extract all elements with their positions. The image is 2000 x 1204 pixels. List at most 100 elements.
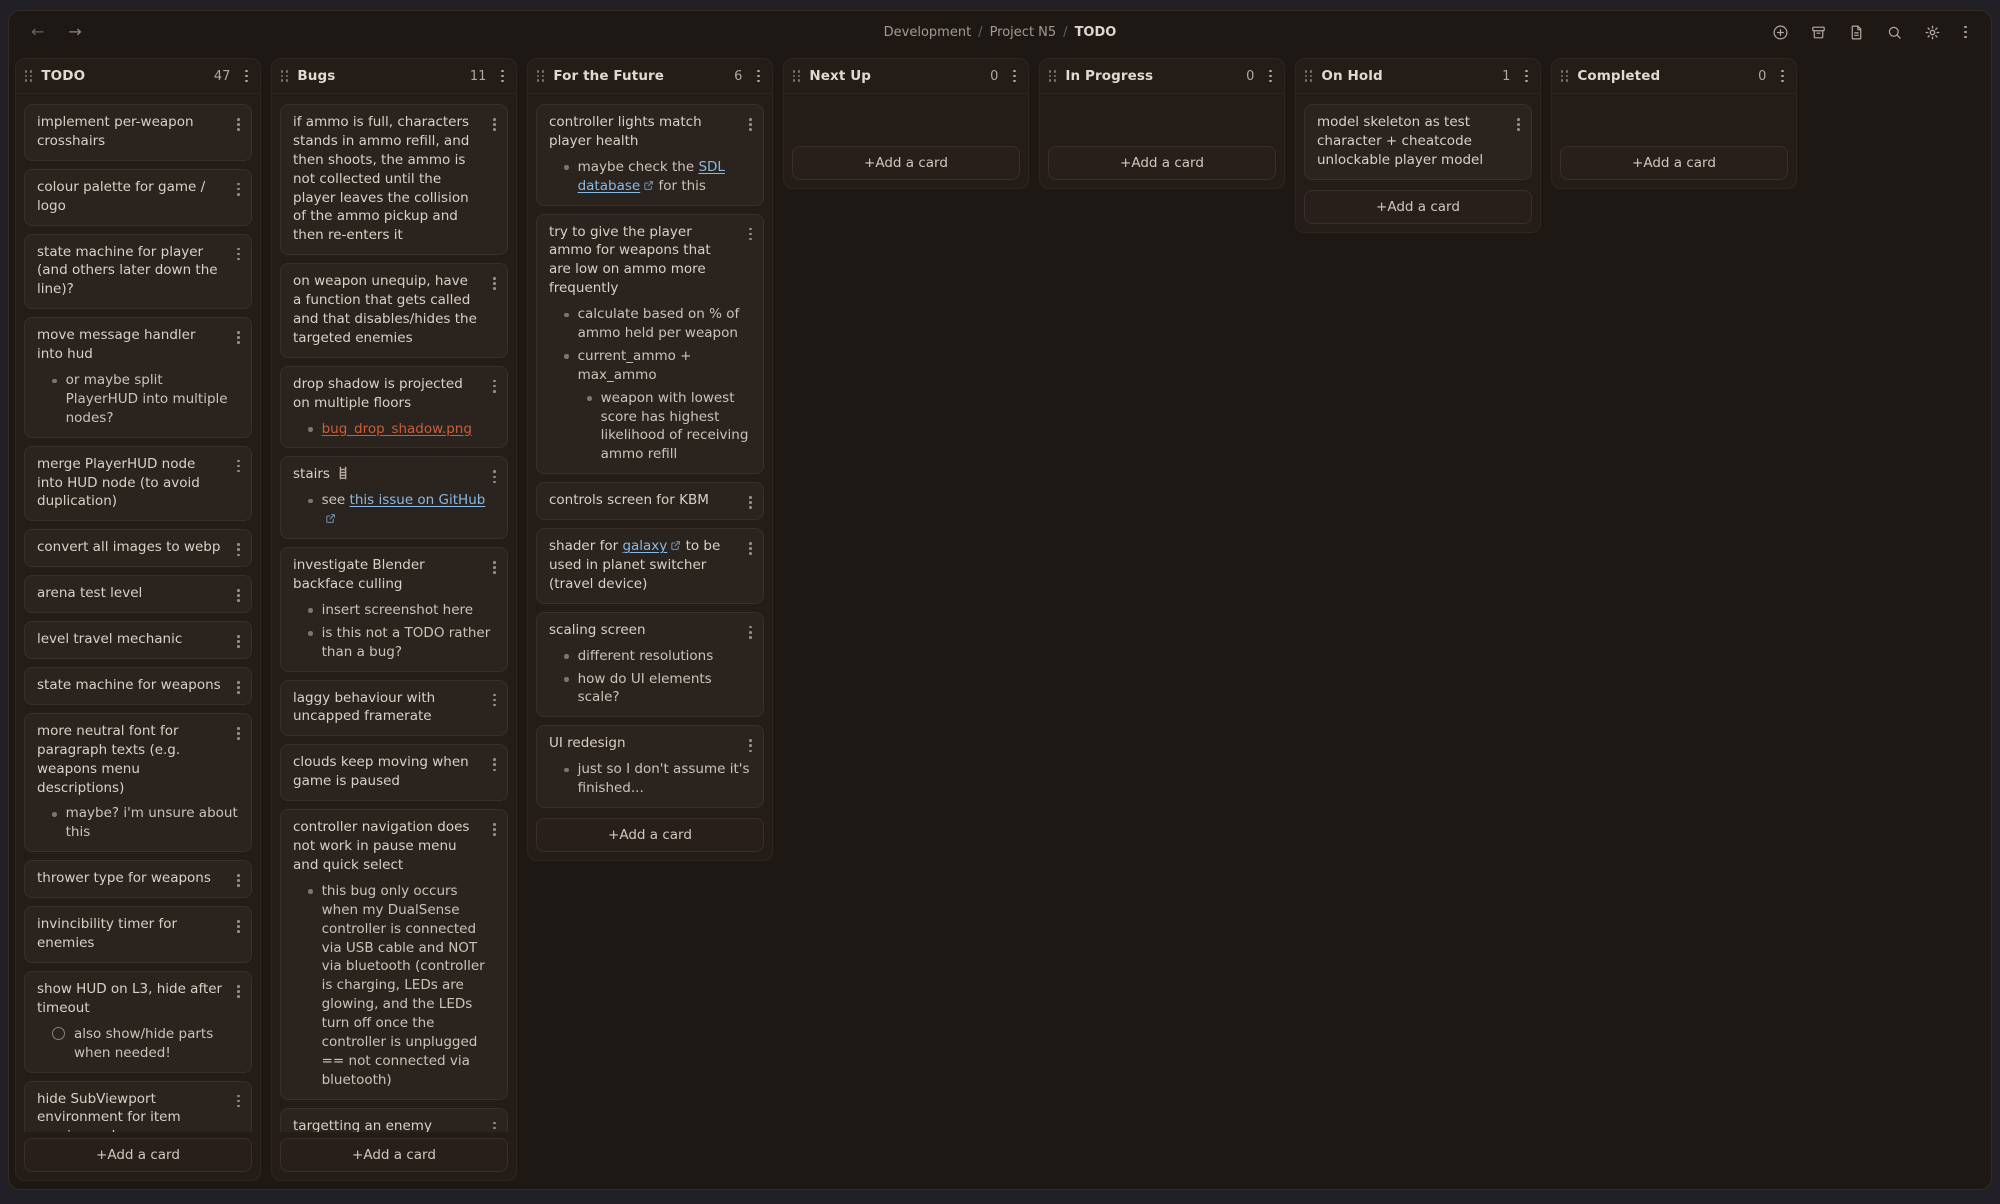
card-menu-icon[interactable] xyxy=(235,246,242,263)
card-menu-icon[interactable] xyxy=(235,872,242,889)
settings-icon[interactable] xyxy=(1924,24,1941,41)
card[interactable]: arena test level xyxy=(24,575,252,613)
card-menu-icon[interactable] xyxy=(491,1120,498,1132)
card-menu-icon[interactable] xyxy=(235,1093,242,1110)
archive-box-icon[interactable] xyxy=(1810,24,1827,41)
column-menu-icon[interactable] xyxy=(755,68,762,85)
card-bullets: insert screenshot hereis this not a TODO… xyxy=(293,601,495,662)
document-icon[interactable] xyxy=(1848,24,1865,41)
arrow-left-icon[interactable]: ← xyxy=(31,24,44,40)
card-title: colour palette for game / logo xyxy=(37,178,239,216)
card-menu-icon[interactable] xyxy=(235,541,242,558)
more-icon[interactable] xyxy=(1962,24,1969,41)
card-text: also show/hide parts when needed! xyxy=(74,1026,213,1061)
card-menu-icon[interactable] xyxy=(747,116,754,133)
card-text: show HUD on L3, hide after timeout xyxy=(37,981,222,1016)
column-menu-icon[interactable] xyxy=(1011,68,1018,85)
card[interactable]: stairs see this issue on GitHub xyxy=(280,456,508,539)
card[interactable]: state machine for player (and others lat… xyxy=(24,234,252,310)
card[interactable]: level travel mechanic xyxy=(24,621,252,659)
arrow-right-icon[interactable]: → xyxy=(68,24,81,40)
card-menu-icon[interactable] xyxy=(235,725,242,742)
column-count: 1 xyxy=(1502,69,1510,84)
drag-handle-icon[interactable] xyxy=(537,70,544,82)
card[interactable]: hide SubViewport environment for item pr… xyxy=(24,1081,252,1133)
card-menu-icon[interactable] xyxy=(235,458,242,475)
add-card-button[interactable]: +Add a card xyxy=(1048,146,1276,180)
card[interactable]: merge PlayerHUD node into HUD node (to a… xyxy=(24,446,252,522)
card-menu-icon[interactable] xyxy=(491,821,498,838)
card-link[interactable]: galaxy xyxy=(622,538,681,554)
add-card-button[interactable]: +Add a card xyxy=(536,818,764,852)
card-menu-icon[interactable] xyxy=(235,116,242,133)
card-menu-icon[interactable] xyxy=(491,468,498,485)
card-menu-icon[interactable] xyxy=(491,275,498,292)
card[interactable]: investigate Blender backface culling ins… xyxy=(280,547,508,671)
card-menu-icon[interactable] xyxy=(747,494,754,511)
add-card-button[interactable]: +Add a card xyxy=(24,1138,252,1172)
column-menu-icon[interactable] xyxy=(1267,68,1274,85)
card-link[interactable]: bug_drop_shadow.png xyxy=(322,421,472,437)
card-menu-icon[interactable] xyxy=(747,226,754,243)
card[interactable]: show HUD on L3, hide after timeout also … xyxy=(24,971,252,1073)
card[interactable]: if ammo is full, characters stands in am… xyxy=(280,104,508,255)
drag-handle-icon[interactable] xyxy=(793,70,800,82)
card[interactable]: controller navigation does not work in p… xyxy=(280,809,508,1099)
add-card-button[interactable]: +Add a card xyxy=(792,146,1020,180)
card-menu-icon[interactable] xyxy=(747,624,754,641)
card-menu-icon[interactable] xyxy=(1515,116,1522,133)
card-menu-icon[interactable] xyxy=(235,633,242,650)
card-menu-icon[interactable] xyxy=(235,918,242,935)
card-menu-icon[interactable] xyxy=(491,559,498,576)
card[interactable]: move message handler into hud or maybe s… xyxy=(24,317,252,437)
card[interactable]: shader for galaxy to be used in planet s… xyxy=(536,528,764,604)
drag-handle-icon[interactable] xyxy=(25,70,32,82)
card-menu-icon[interactable] xyxy=(491,756,498,773)
card-menu-icon[interactable] xyxy=(235,679,242,696)
card[interactable]: targetting an enemy through a wall shoul… xyxy=(280,1108,508,1132)
card-menu-icon[interactable] xyxy=(235,329,242,346)
board: TODO 47 implement per-weapon crosshairs … xyxy=(9,53,1991,1189)
drag-handle-icon[interactable] xyxy=(281,70,288,82)
drag-handle-icon[interactable] xyxy=(1049,70,1056,82)
column-menu-icon[interactable] xyxy=(1779,68,1786,85)
card-menu-icon[interactable] xyxy=(747,737,754,754)
card[interactable]: laggy behaviour with uncapped framerate xyxy=(280,680,508,737)
search-icon[interactable] xyxy=(1886,24,1903,41)
checkbox-circle-icon[interactable] xyxy=(52,1027,65,1040)
add-card-button[interactable]: +Add a card xyxy=(1304,190,1532,224)
card[interactable]: thrower type for weapons xyxy=(24,860,252,898)
card-menu-icon[interactable] xyxy=(491,116,498,133)
bullet-dot-icon xyxy=(308,608,313,613)
drag-handle-icon[interactable] xyxy=(1305,70,1312,82)
card[interactable]: colour palette for game / logo xyxy=(24,169,252,226)
column-menu-icon[interactable] xyxy=(499,68,506,85)
card-menu-icon[interactable] xyxy=(235,983,242,1000)
add-card-button[interactable]: +Add a card xyxy=(1560,146,1788,180)
card-menu-icon[interactable] xyxy=(491,692,498,709)
card[interactable]: try to give the player ammo for weapons … xyxy=(536,214,764,475)
card[interactable]: implement per-weapon crosshairs xyxy=(24,104,252,161)
card[interactable]: drop shadow is projected on multiple flo… xyxy=(280,366,508,449)
card[interactable]: controls screen for KBM xyxy=(536,482,764,520)
column-menu-icon[interactable] xyxy=(243,68,250,85)
card[interactable]: scaling screen different resolutionshow … xyxy=(536,612,764,718)
card[interactable]: controller lights match player health ma… xyxy=(536,104,764,206)
card-menu-icon[interactable] xyxy=(491,378,498,395)
card-menu-icon[interactable] xyxy=(747,540,754,557)
card-menu-icon[interactable] xyxy=(235,587,242,604)
card[interactable]: model skeleton as test character + cheat… xyxy=(1304,104,1532,180)
column-menu-icon[interactable] xyxy=(1523,68,1530,85)
plus-icon[interactable] xyxy=(1772,24,1789,41)
drag-handle-icon[interactable] xyxy=(1561,70,1568,82)
card[interactable]: more neutral font for paragraph texts (e… xyxy=(24,713,252,852)
card[interactable]: on weapon unequip, have a function that … xyxy=(280,263,508,358)
card[interactable]: convert all images to webp xyxy=(24,529,252,567)
card[interactable]: invincibility timer for enemies xyxy=(24,906,252,963)
card-menu-icon[interactable] xyxy=(235,181,242,198)
card[interactable]: clouds keep moving when game is paused xyxy=(280,744,508,801)
add-card-button[interactable]: +Add a card xyxy=(280,1138,508,1172)
card[interactable]: UI redesign just so I don't assume it's … xyxy=(536,725,764,808)
card-text: investigate Blender backface culling xyxy=(293,557,425,592)
card[interactable]: state machine for weapons xyxy=(24,667,252,705)
